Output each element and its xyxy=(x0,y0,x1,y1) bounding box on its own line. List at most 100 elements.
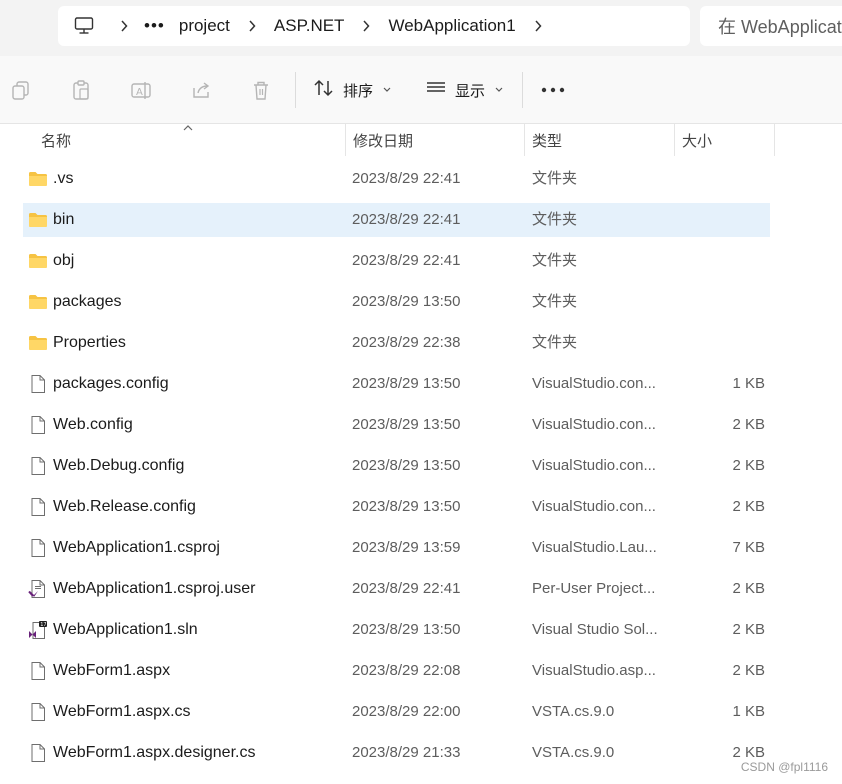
file-modified-date: 2023/8/29 22:08 xyxy=(352,662,461,679)
search-input[interactable]: 在 WebApplication1 中搜索 xyxy=(700,6,842,46)
chevron-right-icon[interactable] xyxy=(110,20,138,32)
file-modified-date: 2023/8/29 22:38 xyxy=(352,334,461,351)
file-type: VisualStudio.con... xyxy=(532,457,656,474)
file-icon xyxy=(28,374,48,394)
command-bar: A 排序 显示 xyxy=(0,56,842,124)
file-type: VisualStudio.con... xyxy=(532,416,656,433)
breadcrumb-item[interactable]: WebApplication1 xyxy=(380,16,523,36)
file-icon xyxy=(28,661,48,681)
file-size: 2 KB xyxy=(732,416,765,433)
file-type: 文件夹 xyxy=(532,252,578,269)
this-pc-icon[interactable] xyxy=(58,17,110,35)
file-modified-date: 2023/8/29 21:33 xyxy=(352,744,461,761)
file-name: packages.config xyxy=(53,375,169,392)
share-icon[interactable] xyxy=(189,78,213,102)
svg-text:A: A xyxy=(136,87,143,98)
folder-icon xyxy=(28,251,48,271)
file-type: 文件夹 xyxy=(532,293,578,310)
breadcrumb-item[interactable]: project xyxy=(171,16,238,36)
view-label: 显示 xyxy=(455,82,486,100)
file-type: 文件夹 xyxy=(532,211,578,228)
file-name: WebApplication1.csproj xyxy=(53,539,220,556)
address-bar[interactable]: ••• project ASP.NET WebApplication1 xyxy=(58,6,690,46)
file-size: 2 KB xyxy=(732,662,765,679)
sort-icon xyxy=(313,78,335,102)
file-row[interactable]: obj 2023/8/29 22:41 文件夹 xyxy=(23,244,770,278)
file-type: VisualStudio.Lau... xyxy=(532,539,657,556)
toolbar-divider xyxy=(522,72,523,108)
file-icon xyxy=(28,497,48,517)
file-type: VisualStudio.asp... xyxy=(532,662,656,679)
toolbar-divider xyxy=(295,72,296,108)
file-icon xyxy=(28,538,48,558)
file-icon xyxy=(28,415,48,435)
paste-icon[interactable] xyxy=(69,78,93,102)
file-row[interactable]: WebForm1.aspx.cs 2023/8/29 22:00 VSTA.cs.9… xyxy=(23,695,770,729)
watermark-text: CSDN @fpl1116 xyxy=(740,760,828,774)
chevron-right-icon[interactable] xyxy=(524,20,552,32)
file-row[interactable]: .vs 2023/8/29 22:41 文件夹 xyxy=(23,162,770,196)
file-modified-date: 2023/8/29 22:41 xyxy=(352,211,461,228)
file-modified-date: 2023/8/29 13:59 xyxy=(352,539,461,556)
file-name: Properties xyxy=(53,334,126,351)
file-row[interactable]: Properties 2023/8/29 22:38 文件夹 xyxy=(23,326,770,360)
file-type: Visual Studio Sol... xyxy=(532,621,658,638)
breadcrumb-overflow-button[interactable]: ••• xyxy=(138,16,171,36)
file-row[interactable]: bin 2023/8/29 22:41 文件夹 xyxy=(23,203,770,237)
file-modified-date: 2023/8/29 13:50 xyxy=(352,621,461,638)
file-name: Web.Release.config xyxy=(53,498,196,515)
file-row[interactable]: 17 WebApplication1.sln 2023/8/29 13:50 Visu… xyxy=(23,613,770,647)
vs-user-file-icon xyxy=(28,579,48,599)
folder-icon xyxy=(28,292,48,312)
column-header-name[interactable]: 名称 xyxy=(33,124,345,156)
file-row[interactable]: packages 2023/8/29 13:50 文件夹 xyxy=(23,285,770,319)
chevron-right-icon[interactable] xyxy=(238,20,266,32)
file-type: VSTA.cs.9.0 xyxy=(532,703,615,720)
chevron-down-icon xyxy=(495,85,503,96)
file-row[interactable]: WebForm1.aspx 2023/8/29 22:08 VisualStudio… xyxy=(23,654,770,688)
vs-solution-icon: 17 xyxy=(28,620,48,640)
more-options-icon[interactable] xyxy=(541,78,565,102)
file-name: Web.config xyxy=(53,416,133,433)
rename-icon[interactable]: A xyxy=(129,78,153,102)
column-resize-handle[interactable] xyxy=(774,124,775,156)
file-row[interactable]: packages.config 2023/8/29 13:50 VisualStud… xyxy=(23,367,770,401)
file-icon xyxy=(28,702,48,722)
column-header-type[interactable]: 类型 xyxy=(524,124,674,156)
file-modified-date: 2023/8/29 13:50 xyxy=(352,457,461,474)
file-row[interactable]: Web.Release.config 2023/8/29 13:50 VisualS… xyxy=(23,490,770,524)
file-modified-date: 2023/8/29 22:41 xyxy=(352,252,461,269)
file-row[interactable]: Web.config 2023/8/29 13:50 VisualStudio.co… xyxy=(23,408,770,442)
file-name: obj xyxy=(53,252,75,269)
file-row[interactable]: WebForm1.aspx.designer.cs 2023/8/29 21:33… xyxy=(23,736,770,770)
file-modified-date: 2023/8/29 13:50 xyxy=(352,375,461,392)
file-name: WebForm1.aspx.cs xyxy=(53,703,191,720)
file-row[interactable]: Web.Debug.config 2023/8/29 13:50 VisualStu… xyxy=(23,449,770,483)
file-row[interactable]: WebApplication1.csproj 2023/8/29 13:59 Vis… xyxy=(23,531,770,565)
file-modified-date: 2023/8/29 13:50 xyxy=(352,416,461,433)
file-size: 7 KB xyxy=(732,539,765,556)
delete-icon[interactable] xyxy=(249,78,273,102)
file-name: WebApplication1.sln xyxy=(53,621,198,638)
view-list-icon xyxy=(425,78,447,102)
file-type: 文件夹 xyxy=(532,334,578,351)
column-header-size[interactable]: 大小 xyxy=(674,124,774,156)
svg-text:17: 17 xyxy=(40,622,46,628)
file-icon xyxy=(28,456,48,476)
breadcrumb-item[interactable]: ASP.NET xyxy=(266,16,353,36)
file-modified-date: 2023/8/29 22:00 xyxy=(352,703,461,720)
file-size: 1 KB xyxy=(732,703,765,720)
file-type: VisualStudio.con... xyxy=(532,375,656,392)
sort-button[interactable]: 排序 xyxy=(313,76,391,104)
chevron-right-icon[interactable] xyxy=(352,20,380,32)
column-header-date[interactable]: 修改日期 xyxy=(345,124,524,156)
file-size: 2 KB xyxy=(732,621,765,638)
chevron-down-icon xyxy=(383,85,391,96)
file-modified-date: 2023/8/29 22:41 xyxy=(352,170,461,187)
column-header-label: 类型 xyxy=(532,132,563,150)
sort-label: 排序 xyxy=(343,82,374,100)
copy-icon[interactable] xyxy=(9,78,33,102)
view-button[interactable]: 显示 xyxy=(425,76,503,104)
file-name: WebForm1.aspx.designer.cs xyxy=(53,744,256,761)
file-row[interactable]: WebApplication1.csproj.user 2023/8/29 22:… xyxy=(23,572,770,606)
